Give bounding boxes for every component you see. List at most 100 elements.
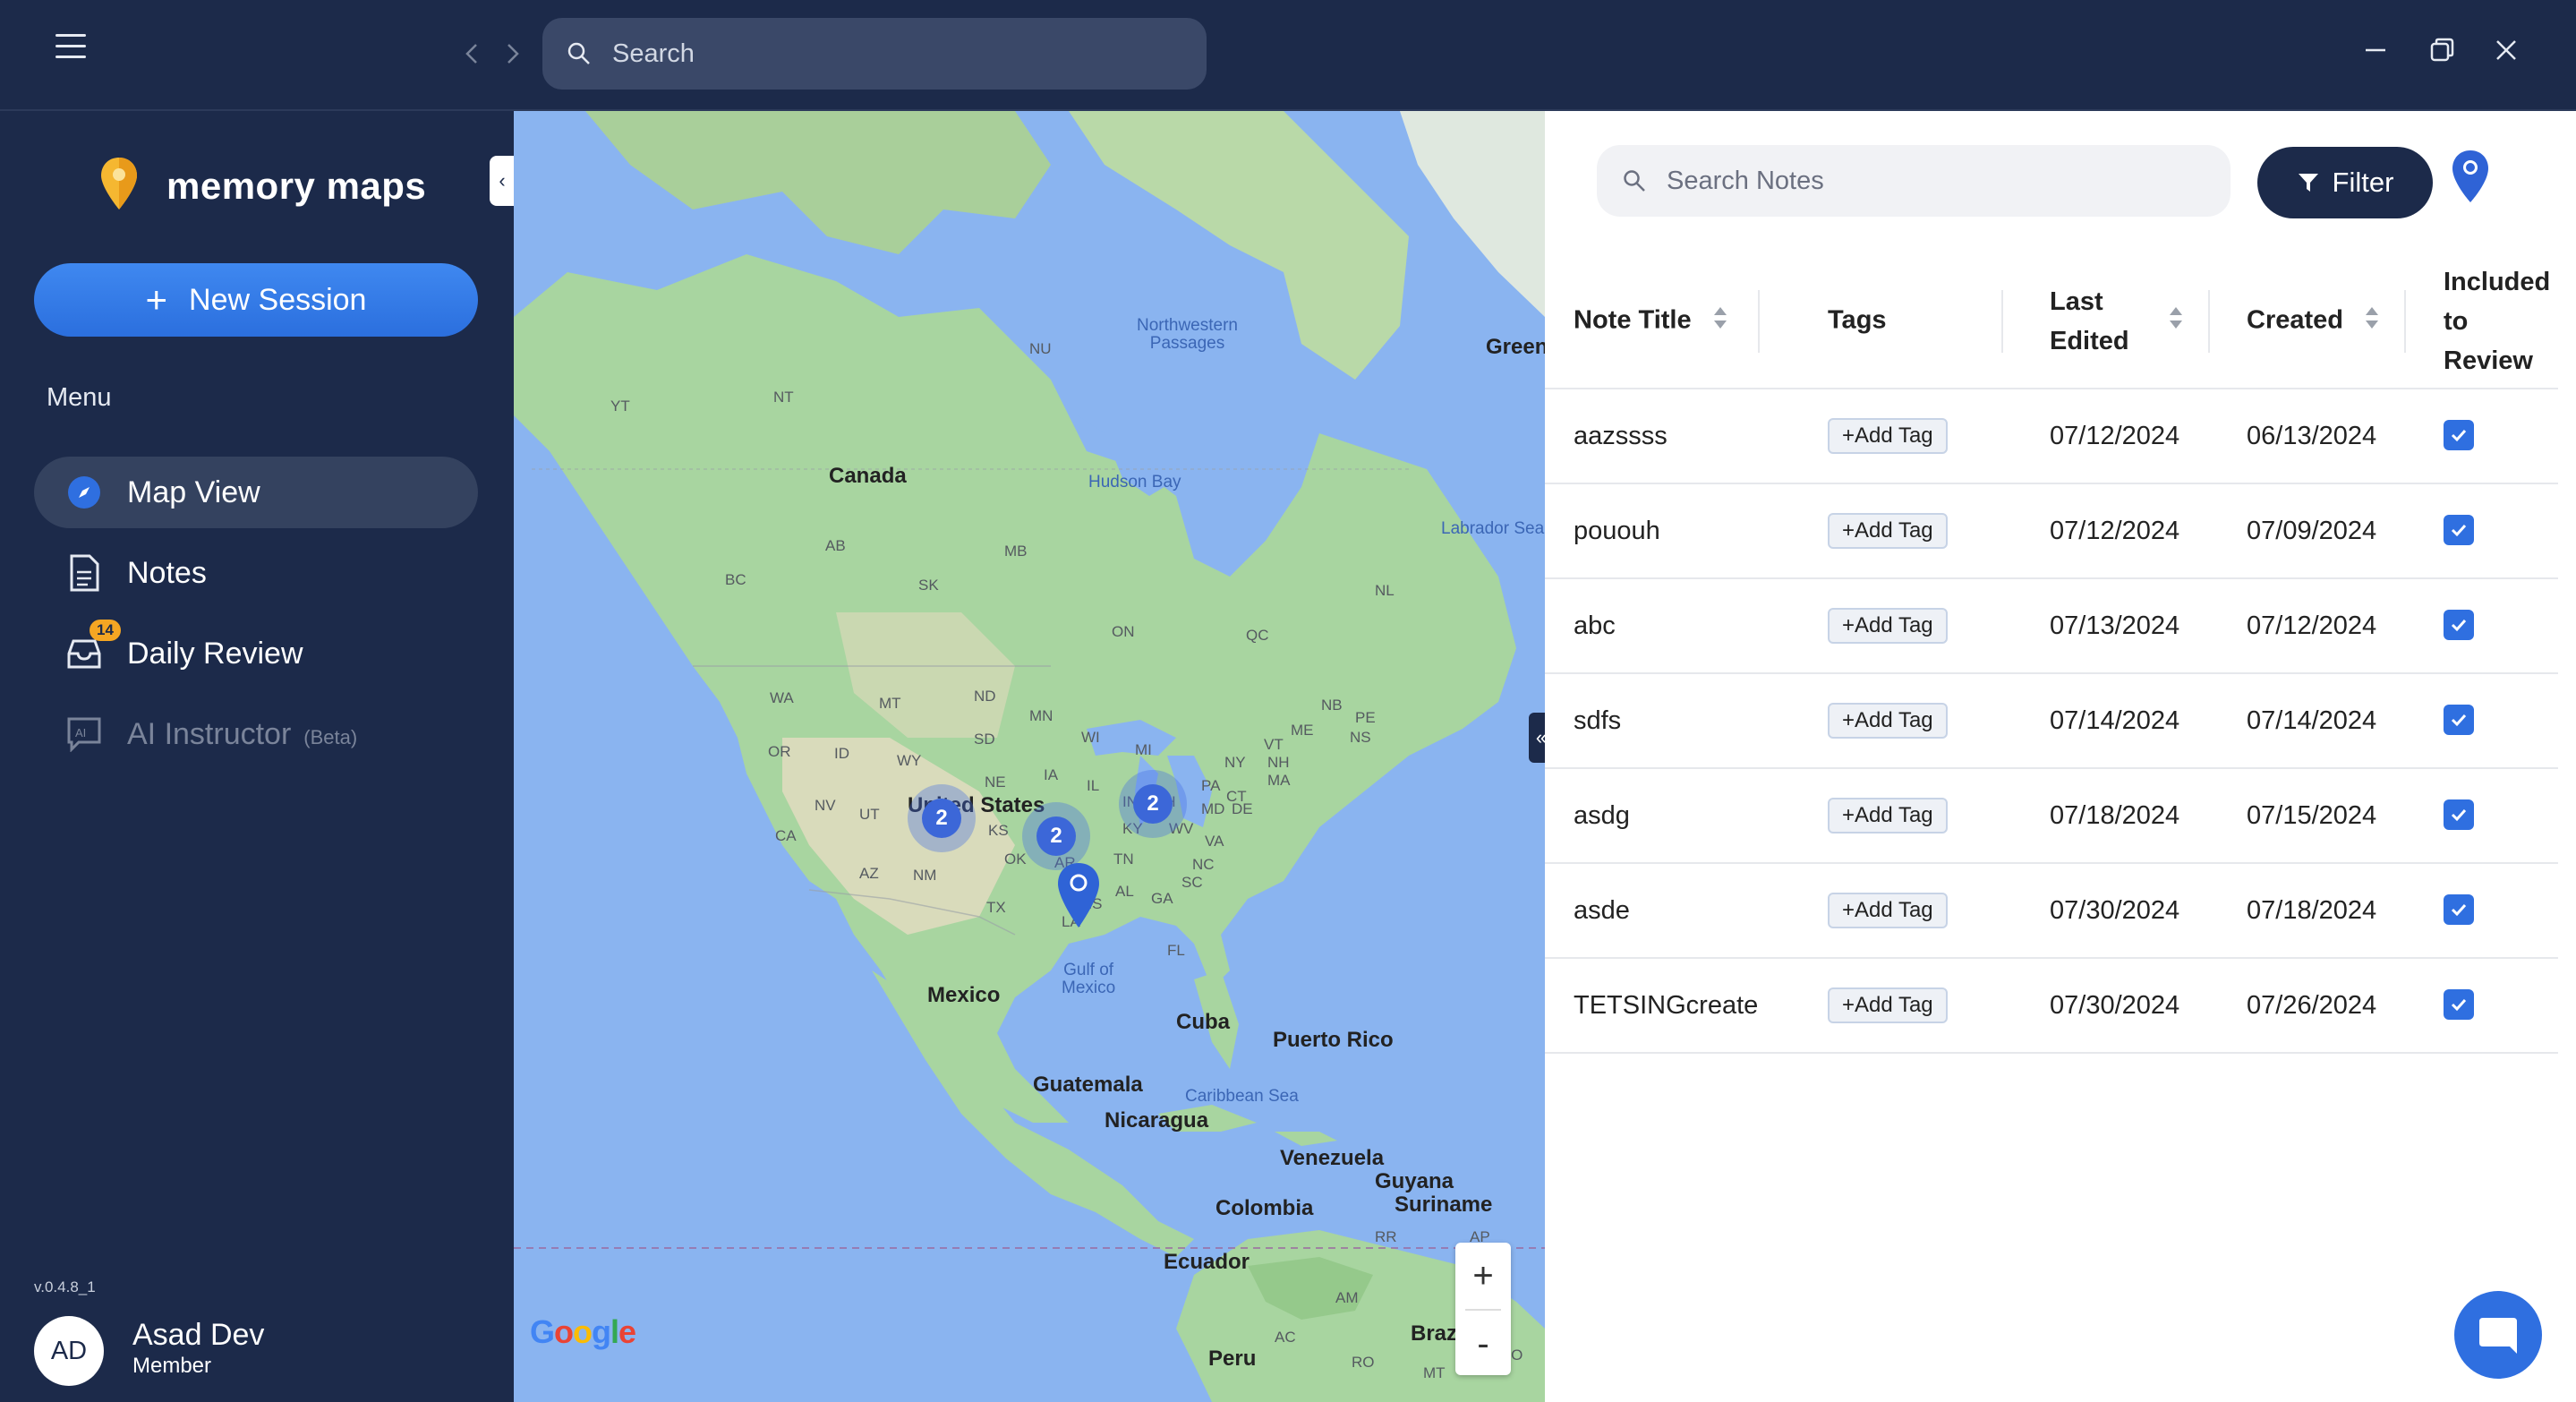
minimize-button[interactable]	[2350, 30, 2401, 70]
add-tag-button[interactable]: +Add Tag	[1828, 703, 1948, 739]
avatar[interactable]: AD	[34, 1316, 104, 1386]
included-cell	[2415, 768, 2558, 864]
app-name: memory maps	[166, 164, 427, 207]
included-checkbox[interactable]	[2444, 514, 2474, 545]
forward-arrow-icon[interactable]	[503, 36, 523, 72]
column-last-edited[interactable]: Last Edited	[2021, 254, 2218, 389]
back-arrow-icon[interactable]	[462, 36, 482, 72]
map-label-region: NH	[1267, 754, 1290, 771]
add-tag-button[interactable]: +Add Tag	[1828, 513, 1948, 549]
table-row[interactable]: TETSINGcreate +Add Tag 07/30/2024 07/26/202…	[1545, 958, 2558, 1054]
close-button[interactable]	[2481, 30, 2531, 70]
chat-button[interactable]	[2454, 1291, 2542, 1379]
map-label-region: SK	[918, 577, 939, 594]
add-tag-button[interactable]: +Add Tag	[1828, 893, 1948, 928]
notes-search-input[interactable]	[1667, 166, 2204, 196]
sidebar-item-map-view[interactable]: Map View	[34, 457, 478, 528]
included-checkbox[interactable]	[2444, 609, 2474, 640]
column-divider	[2000, 289, 2003, 353]
last-edited-cell: 07/13/2024	[2021, 578, 2218, 674]
menu-icon[interactable]	[55, 34, 86, 59]
compass-icon	[64, 473, 104, 512]
map-label-region: MT	[879, 695, 901, 712]
map-label-region: RO	[1352, 1354, 1375, 1371]
table-header-row: Note Title Tags Last Edited Created Incl…	[1545, 254, 2558, 389]
note-title-cell[interactable]: asde	[1545, 863, 1799, 959]
map-label-region: CA	[775, 827, 797, 844]
map-label-region: KS	[988, 822, 1009, 839]
add-tag-button[interactable]: +Add Tag	[1828, 418, 1948, 454]
sidebar-item-ai-instructor[interactable]: AI AI Instructor (Beta)	[34, 698, 478, 770]
map-cluster[interactable]: 2	[908, 784, 976, 852]
map-label-guatemala: Guatemala	[1033, 1073, 1143, 1097]
included-checkbox[interactable]	[2444, 704, 2474, 735]
map-label-colombia: Colombia	[1215, 1196, 1314, 1220]
add-tag-button[interactable]: +Add Tag	[1828, 608, 1948, 644]
zoom-out-button[interactable]: -	[1455, 1311, 1511, 1377]
daily-review-badge: 14	[90, 620, 121, 641]
note-title-cell[interactable]: aazssss	[1545, 389, 1799, 484]
column-created[interactable]: Created	[2218, 254, 2415, 389]
checkmark-icon	[2451, 998, 2467, 1011]
map-label-region: CT	[1226, 788, 1247, 805]
collapse-map-button[interactable]: «	[1529, 713, 1545, 763]
sort-icon[interactable]	[1713, 305, 1727, 338]
column-note-title[interactable]: Note Title	[1545, 254, 1799, 389]
map-cluster[interactable]: 2	[1119, 770, 1187, 838]
included-checkbox[interactable]	[2444, 893, 2474, 925]
map-cluster[interactable]: 2	[1022, 802, 1090, 870]
map-label-region: VT	[1264, 736, 1284, 753]
collapse-sidebar-button[interactable]: ‹	[490, 156, 515, 206]
document-icon	[64, 553, 104, 593]
zoom-control: + -	[1455, 1243, 1511, 1375]
history-nav	[462, 36, 523, 72]
add-tag-button[interactable]: +Add Tag	[1828, 798, 1948, 834]
map-label-cuba: Cuba	[1176, 1010, 1230, 1034]
global-search-input[interactable]	[612, 38, 1149, 69]
tags-cell: +Add Tag	[1799, 673, 2021, 769]
table-row[interactable]: asde +Add Tag 07/30/2024 07/18/2024	[1545, 863, 2558, 959]
map-marker-icon[interactable]	[1056, 861, 1101, 929]
map-label-canada: Canada	[829, 464, 907, 488]
note-title-cell[interactable]: pououh	[1545, 483, 1799, 579]
included-checkbox[interactable]	[2444, 419, 2474, 450]
map-label-region: OK	[1004, 851, 1027, 868]
map-label-region: BC	[725, 571, 746, 588]
map-label-puerto-rico: Puerto Rico	[1273, 1028, 1394, 1052]
note-title-cell[interactable]: sdfs	[1545, 673, 1799, 769]
global-search	[542, 18, 1207, 90]
map-label-region: UT	[859, 806, 880, 823]
add-tag-button[interactable]: +Add Tag	[1828, 987, 1948, 1023]
notes-panel: Filter Note Title Tags LastEdited	[1545, 111, 2576, 1402]
map-view[interactable]: Northwestern Passages Green Canada Hudson…	[514, 111, 1545, 1402]
map-label-region: IA	[1044, 766, 1059, 783]
new-session-button[interactable]: + New Session	[34, 263, 478, 337]
chat-bubble-icon	[2479, 1318, 2517, 1354]
sidebar-item-notes[interactable]: Notes	[34, 537, 478, 609]
table-row[interactable]: abc +Add Tag 07/13/2024 07/12/2024	[1545, 578, 2558, 674]
map-label-venezuela: Venezuela	[1280, 1146, 1385, 1170]
filter-button[interactable]: Filter	[2257, 147, 2433, 218]
sidebar-item-daily-review[interactable]: 14 Daily Review	[34, 618, 478, 689]
cluster-count: 2	[1036, 816, 1076, 856]
user-role: Member	[132, 1354, 212, 1378]
restore-button[interactable]	[2417, 30, 2467, 70]
sidebar: memory maps ‹ + New Session Menu Map Vie…	[0, 111, 515, 1402]
table-row[interactable]: aazssss +Add Tag 07/12/2024 06/13/2024	[1545, 389, 2558, 484]
sort-icon[interactable]	[2365, 305, 2379, 338]
location-pin-icon[interactable]	[2451, 149, 2490, 204]
note-title-cell[interactable]: abc	[1545, 578, 1799, 674]
included-checkbox[interactable]	[2444, 988, 2474, 1020]
included-checkbox[interactable]	[2444, 799, 2474, 830]
map-label-guyana: Guyana	[1375, 1169, 1454, 1193]
checkmark-icon	[2451, 714, 2467, 726]
sort-icon[interactable]	[2169, 305, 2183, 338]
zoom-in-button[interactable]: +	[1455, 1243, 1511, 1309]
table-row[interactable]: asdg +Add Tag 07/18/2024 07/15/2024	[1545, 768, 2558, 864]
note-title-cell[interactable]: TETSINGcreate	[1545, 958, 1799, 1054]
last-edited-cell: 07/12/2024	[2021, 483, 2218, 579]
note-title-cell[interactable]: asdg	[1545, 768, 1799, 864]
table-row[interactable]: sdfs +Add Tag 07/14/2024 07/14/2024	[1545, 673, 2558, 769]
last-edited-cell: 07/30/2024	[2021, 863, 2218, 959]
table-row[interactable]: pououh +Add Tag 07/12/2024 07/09/2024	[1545, 483, 2558, 579]
